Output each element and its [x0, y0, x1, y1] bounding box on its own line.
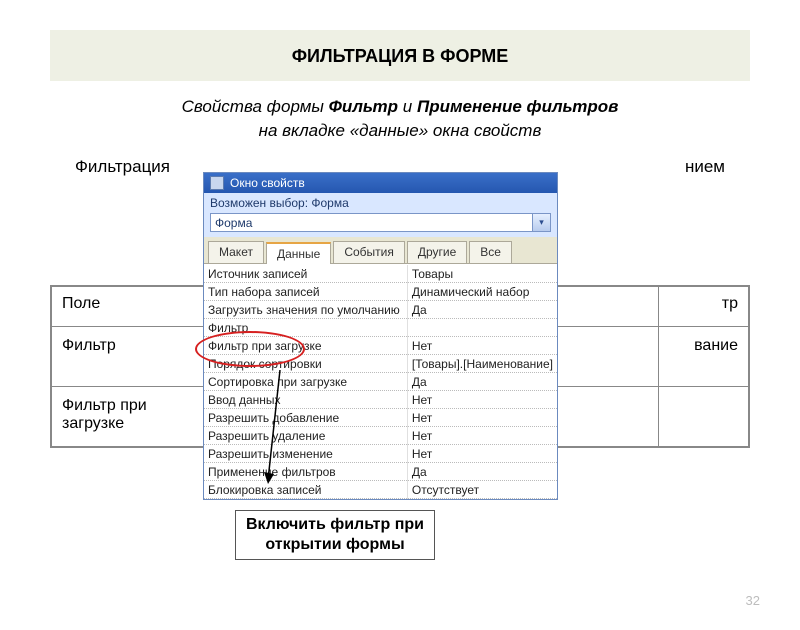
property-value[interactable]: [Товары].[Наименование]	[407, 355, 557, 373]
property-name: Фильтр	[204, 319, 407, 337]
property-grid[interactable]: Источник записейТоварыТип набора записей…	[204, 264, 557, 499]
slide-title: ФИЛЬТРАЦИЯ В ФОРМЕ	[50, 30, 750, 81]
property-row[interactable]: Разрешить изменениеНет	[204, 445, 557, 463]
tab-другие[interactable]: Другие	[407, 241, 467, 263]
property-name: Сортировка при загрузке	[204, 373, 407, 391]
slide-description: Свойства формы Фильтр и Применение фильт…	[50, 95, 750, 143]
window-title: Окно свойств	[230, 176, 305, 190]
property-value[interactable]: Отсутствует	[407, 481, 557, 499]
filt-right: нием	[685, 157, 725, 177]
property-value[interactable]: Да	[407, 373, 557, 391]
property-name: Разрешить удаление	[204, 427, 407, 445]
property-name: Источник записей	[204, 265, 407, 283]
bgtable-r2c1: Фильтр при загрузке	[52, 387, 222, 447]
property-name: Разрешить изменение	[204, 445, 407, 463]
property-row[interactable]: Тип набора записейДинамический набор	[204, 283, 557, 301]
property-value[interactable]	[407, 319, 557, 337]
callout-box: Включить фильтр при открытии формы	[235, 510, 435, 560]
tab-данные[interactable]: Данные	[266, 242, 331, 264]
object-combo[interactable]: Форма ▾	[210, 213, 551, 232]
tab-макет[interactable]: Макет	[208, 241, 264, 263]
property-name: Ввод данных	[204, 391, 407, 409]
chevron-down-icon: ▾	[539, 217, 544, 228]
property-value[interactable]: Нет	[407, 337, 557, 355]
bgtable-h2: тр	[659, 287, 749, 327]
property-name: Применение фильтров	[204, 463, 407, 481]
tabs: МакетДанныеСобытияДругиеВсе	[204, 237, 557, 264]
property-value[interactable]: Нет	[407, 445, 557, 463]
property-value[interactable]: Да	[407, 301, 557, 319]
bgtable-r2c2	[659, 387, 749, 447]
bgtable-h1: Поле	[52, 287, 222, 327]
property-row[interactable]: Источник записейТовары	[204, 265, 557, 283]
property-name: Фильтр при загрузке	[204, 337, 407, 355]
property-row[interactable]: Применение фильтровДа	[204, 463, 557, 481]
property-row[interactable]: Ввод данныхНет	[204, 391, 557, 409]
selector-row: Возможен выбор: Форма Форма ▾	[204, 193, 557, 237]
property-row[interactable]: Разрешить удалениеНет	[204, 427, 557, 445]
property-name: Порядок сортировки	[204, 355, 407, 373]
property-name: Разрешить добавление	[204, 409, 407, 427]
property-row[interactable]: Загрузить значения по умолчаниюДа	[204, 301, 557, 319]
properties-window: Окно свойств Возможен выбор: Форма Форма…	[203, 172, 558, 500]
window-titlebar[interactable]: Окно свойств	[204, 173, 557, 193]
property-value[interactable]: Динамический набор	[407, 283, 557, 301]
property-value[interactable]: Да	[407, 463, 557, 481]
property-value[interactable]: Нет	[407, 409, 557, 427]
property-value[interactable]: Нет	[407, 427, 557, 445]
combo-dropdown-button[interactable]: ▾	[533, 213, 551, 232]
property-row[interactable]: Блокировка записейОтсутствует	[204, 481, 557, 499]
page-number: 32	[746, 593, 760, 608]
tab-все[interactable]: Все	[469, 241, 512, 263]
selector-label: Возможен выбор: Форма	[210, 196, 551, 210]
tab-события[interactable]: События	[333, 241, 405, 263]
combo-value[interactable]: Форма	[210, 213, 533, 232]
desc-mid: и	[398, 97, 417, 116]
property-value[interactable]: Нет	[407, 391, 557, 409]
property-row[interactable]: Фильтр при загрузкеНет	[204, 337, 557, 355]
desc-bold-2: Применение фильтров	[417, 97, 618, 116]
property-value[interactable]: Товары	[407, 265, 557, 283]
desc-bold-1: Фильтр	[329, 97, 398, 116]
filt-left: Фильтрация	[75, 157, 170, 177]
bgtable-r1c1: Фильтр	[52, 327, 222, 387]
desc-line2: на вкладке «данные» окна свойств	[259, 121, 542, 140]
property-row[interactable]: Фильтр	[204, 319, 557, 337]
property-name: Блокировка записей	[204, 481, 407, 499]
window-icon	[210, 176, 224, 190]
desc-text: Свойства формы	[182, 97, 329, 116]
property-row[interactable]: Разрешить добавлениеНет	[204, 409, 557, 427]
bgtable-r1c2: вание	[659, 327, 749, 387]
property-name: Загрузить значения по умолчанию	[204, 301, 407, 319]
property-name: Тип набора записей	[204, 283, 407, 301]
property-row[interactable]: Сортировка при загрузкеДа	[204, 373, 557, 391]
property-row[interactable]: Порядок сортировки[Товары].[Наименование…	[204, 355, 557, 373]
